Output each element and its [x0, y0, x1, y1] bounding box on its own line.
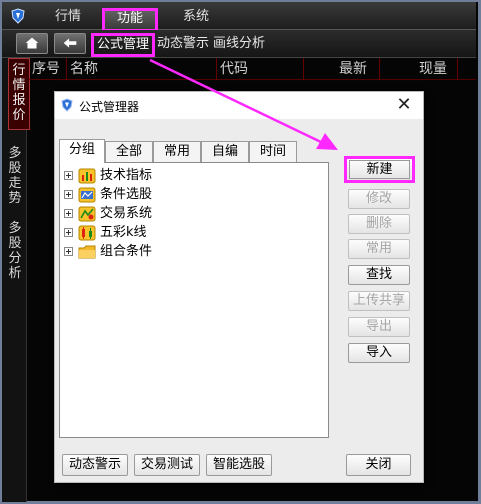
menu-quotes[interactable]: 行情 — [52, 6, 84, 28]
delete-button: 删除 — [348, 214, 410, 234]
common-button: 常用 — [348, 239, 410, 259]
tree-item-label: 五彩k线 — [100, 225, 147, 240]
column-header-latest[interactable]: 最新 — [339, 60, 367, 78]
column-divider — [303, 58, 304, 80]
menu-functions[interactable]: 功能 — [102, 8, 158, 32]
column-divider — [216, 58, 217, 80]
side-tab-quotes[interactable]: 行情报价 — [8, 58, 30, 130]
dialog-titlebar[interactable]: 公式管理器 ✕ — [55, 92, 423, 119]
export-button: 导出 — [348, 317, 410, 337]
tab-group[interactable]: 分组 — [59, 139, 105, 163]
indicator-icon — [78, 168, 96, 184]
color-kline-icon — [78, 225, 96, 241]
column-header-code[interactable]: 代码 — [220, 60, 248, 78]
new-formula-button[interactable]: 新建 — [344, 156, 415, 183]
import-button[interactable]: 导入 — [348, 343, 410, 363]
side-tab-multi-trend[interactable]: 多股走势 — [7, 146, 23, 206]
expand-icon[interactable] — [64, 171, 73, 180]
formula-tree: 技术指标 条件选股 交易系统 五彩k线 组合条件 — [59, 162, 329, 438]
formula-manage-link[interactable]: 公式管理 — [91, 33, 155, 57]
expand-icon[interactable] — [64, 209, 73, 218]
side-tab-bar: 行情报价 多股走势 多股分析 — [2, 58, 30, 502]
tree-item-label: 组合条件 — [100, 244, 153, 259]
dialog-title: 公式管理器 — [79, 100, 140, 114]
quote-table-header: 序号 名称 代码 最新 现量 — [28, 58, 476, 80]
column-header-name[interactable]: 名称 — [70, 60, 98, 78]
upload-share-button: 上传共享 — [348, 291, 410, 311]
formula-manager-dialog: 公式管理器 ✕ 分组 全部 常用 自编 时间 技术指标 条件选股 交易系统 五彩… — [54, 91, 424, 483]
app-logo-icon — [61, 98, 73, 112]
tab-common[interactable]: 常用 — [153, 141, 201, 162]
modify-button: 修改 — [348, 189, 410, 209]
folder-icon — [78, 245, 96, 259]
column-header-seq[interactable]: 序号 — [32, 60, 60, 78]
column-divider — [457, 58, 458, 80]
menu-system[interactable]: 系统 — [180, 6, 212, 28]
top-menu-bar: 行情 功能 系统 — [2, 2, 476, 32]
app-logo-icon — [11, 8, 25, 24]
close-button[interactable]: 关闭 — [346, 454, 411, 476]
expand-icon[interactable] — [64, 228, 73, 237]
expand-icon[interactable] — [64, 247, 73, 256]
back-button[interactable] — [54, 33, 86, 54]
smart-screen-button[interactable]: 智能选股 — [206, 454, 272, 476]
column-header-volume[interactable]: 现量 — [419, 60, 447, 78]
dynamic-alert-button[interactable]: 动态警示 — [62, 454, 128, 476]
trade-test-button[interactable]: 交易测试 — [134, 454, 200, 476]
screener-icon — [78, 187, 96, 203]
tree-item-label: 交易系统 — [100, 206, 153, 221]
trade-system-icon — [78, 206, 96, 222]
new-formula-label: 新建 — [349, 160, 410, 179]
find-button[interactable]: 查找 — [348, 265, 410, 285]
tree-item-label: 技术指标 — [100, 168, 153, 183]
tree-item-label: 条件选股 — [100, 187, 153, 202]
tab-all[interactable]: 全部 — [105, 141, 153, 162]
tab-custom[interactable]: 自编 — [201, 141, 249, 162]
column-divider — [379, 58, 380, 80]
tab-time[interactable]: 时间 — [249, 141, 297, 162]
expand-icon[interactable] — [64, 190, 73, 199]
column-divider — [66, 58, 67, 80]
home-button[interactable] — [16, 33, 48, 54]
arrow-left-icon — [63, 38, 77, 48]
side-tab-multi-analysis[interactable]: 多股分析 — [7, 221, 23, 281]
sub-toolbar: 公式管理 动态警示 画线分析 — [2, 30, 476, 58]
close-icon[interactable]: ✕ — [395, 95, 413, 115]
dynamic-alert-link[interactable]: 动态警示 — [157, 36, 209, 54]
line-drawing-link[interactable]: 画线分析 — [213, 36, 265, 54]
home-icon — [25, 37, 39, 49]
